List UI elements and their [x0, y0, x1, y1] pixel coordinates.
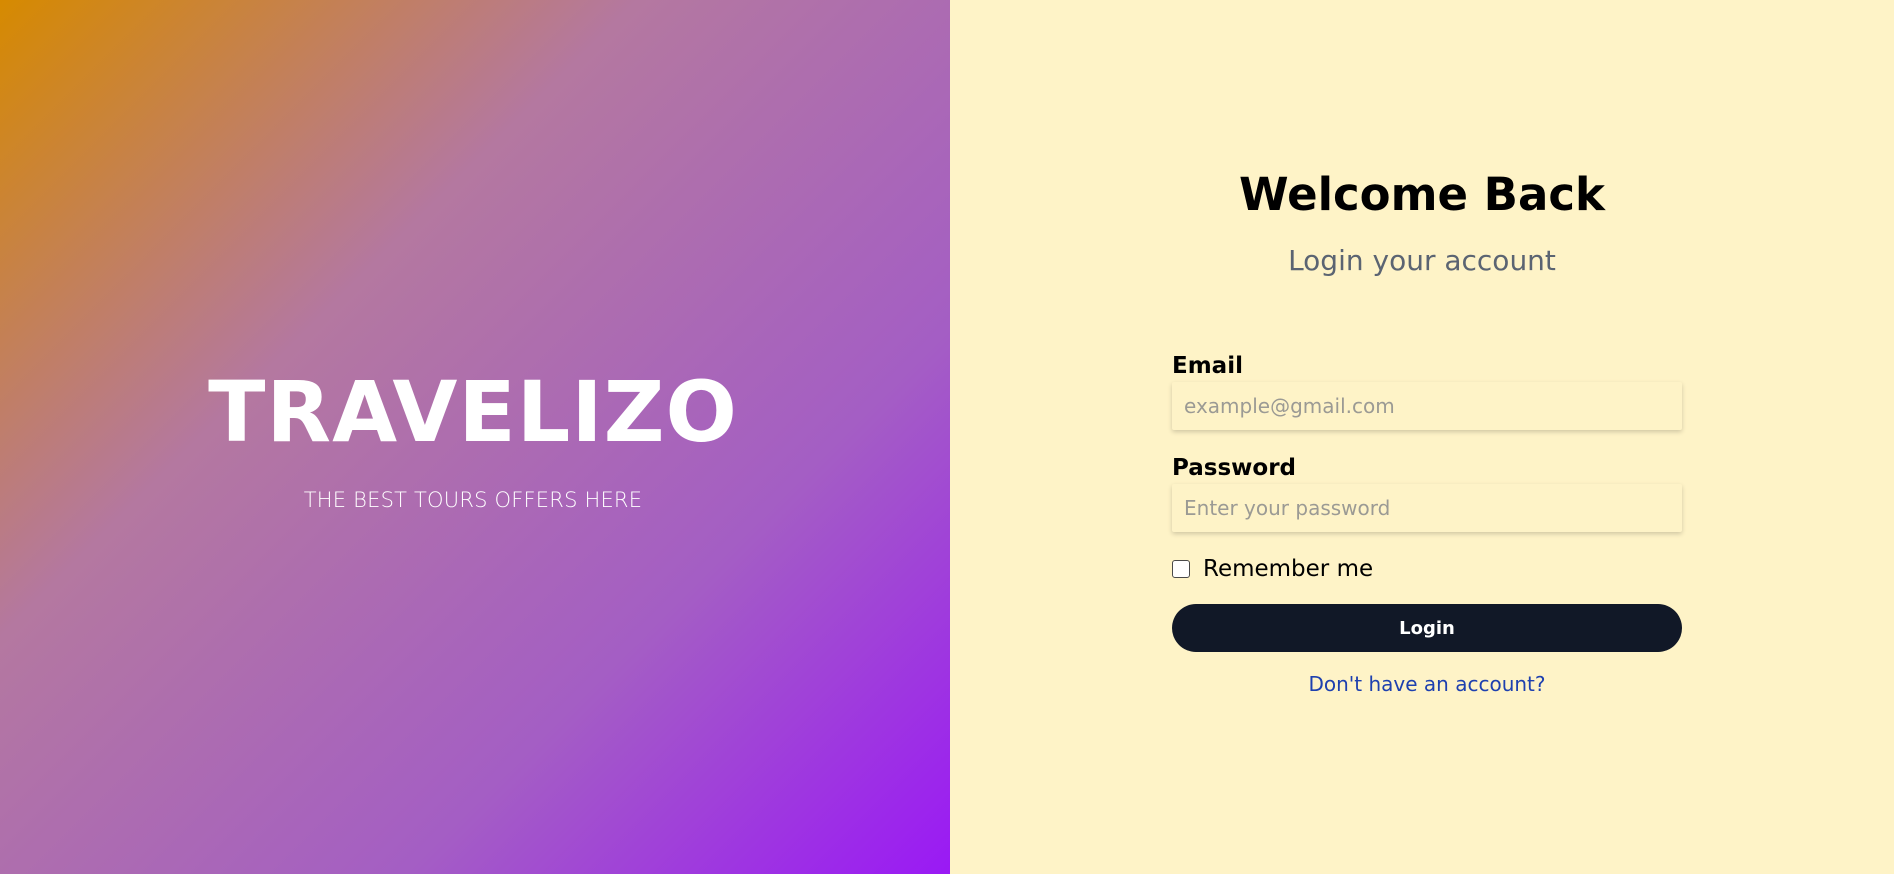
login-panel: Welcome Back Login your account Email Pa…	[950, 0, 1894, 874]
remember-me-row: Remember me	[1172, 554, 1682, 584]
login-form: Email Password Remember me Login Don't h…	[1172, 350, 1682, 696]
hero-panel: TRAVELIZO THE BEST TOURS OFFERS HERE	[0, 0, 950, 874]
password-field[interactable]	[1172, 484, 1682, 532]
remember-me-checkbox[interactable]	[1172, 560, 1190, 578]
page-title: Welcome Back	[1239, 168, 1605, 221]
login-page: TRAVELIZO THE BEST TOURS OFFERS HERE Wel…	[0, 0, 1894, 874]
email-field[interactable]	[1172, 382, 1682, 430]
page-subtitle: Login your account	[1288, 244, 1556, 277]
remember-me-label[interactable]: Remember me	[1203, 556, 1373, 582]
password-label: Password	[1172, 455, 1296, 481]
email-label: Email	[1172, 353, 1243, 379]
brand-tagline: THE BEST TOURS OFFERS HERE	[303, 488, 643, 512]
brand-logo-text: TRAVELIZO	[208, 363, 738, 461]
login-button[interactable]: Login	[1172, 604, 1682, 652]
signup-link[interactable]: Don't have an account?	[1172, 672, 1682, 696]
